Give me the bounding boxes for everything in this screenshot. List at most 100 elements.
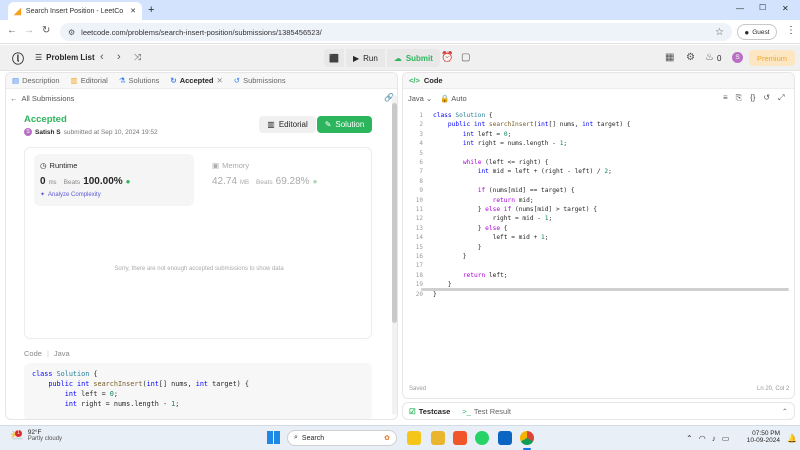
- submit-button[interactable]: ☁ Submit: [386, 49, 440, 67]
- tab-editorial[interactable]: ▥ Editorial: [71, 76, 108, 85]
- brave-browser-icon[interactable]: [453, 431, 467, 445]
- run-button[interactable]: ▶ Run: [345, 49, 385, 67]
- code-line: left = mid + 1;: [433, 234, 549, 242]
- code-header: Code | Java: [24, 349, 70, 358]
- badge-icon: ●: [312, 177, 318, 186]
- windows-taskbar: ⛅ 92°F Partly cloudy 1 ⌕ Search ✿ ⌃ ◠ ♪ …: [0, 425, 800, 450]
- tab-testcase[interactable]: ☑ Testcase: [409, 407, 450, 416]
- tab-test-result[interactable]: >_ Test Result: [462, 407, 511, 416]
- notifications-bell-icon[interactable]: 🔔: [787, 434, 797, 443]
- editorial-button[interactable]: ▥ Editorial: [259, 116, 316, 133]
- code-line: right = mid - 1;: [433, 215, 553, 223]
- weather-widget[interactable]: ⛅ 92°F Partly cloudy 1: [10, 429, 62, 442]
- description-icon: ▤: [12, 76, 20, 85]
- bug-icon: ⬛: [329, 53, 339, 63]
- whatsapp-icon[interactable]: [475, 431, 489, 445]
- tab-accepted-label: Accepted: [179, 76, 214, 85]
- close-window-button[interactable]: ✕: [782, 4, 789, 13]
- profile-button[interactable]: ● Guest: [737, 24, 777, 40]
- submission-panel: ▤ Description ▥ Editorial ⚗ Solutions ↻ Acce…: [5, 72, 398, 420]
- analyze-complexity-link[interactable]: ✦ Analyze Complexity: [40, 191, 101, 199]
- browser-tab-strip: ◢ Search Insert Position - LeetCo ✕ + — …: [0, 0, 800, 20]
- layout-icon[interactable]: ▦: [665, 52, 674, 63]
- editorial-book-icon: ▥: [267, 120, 275, 129]
- chrome-icon[interactable]: [520, 431, 534, 445]
- lock-icon: 🔒: [440, 94, 450, 103]
- tab-close-icon[interactable]: ✕: [130, 7, 136, 15]
- badge-icon: ●: [125, 177, 131, 186]
- mode-select[interactable]: 🔒 Auto: [440, 94, 466, 103]
- file-explorer-icon[interactable]: [407, 431, 421, 445]
- reload-icon[interactable]: ↻: [42, 25, 50, 36]
- bottom-tab-bar: ☑ Testcase >_ Test Result ⌃: [402, 402, 795, 420]
- shuffle-icon[interactable]: ⤨: [134, 52, 141, 63]
- browser-tab[interactable]: ◢ Search Insert Position - LeetCo ✕: [8, 2, 142, 20]
- tab-description[interactable]: ▤ Description: [12, 76, 60, 85]
- avatar[interactable]: S: [732, 52, 743, 63]
- tab-submissions[interactable]: ↺ Submissions: [234, 76, 286, 85]
- prev-problem-icon[interactable]: ‹: [100, 51, 104, 63]
- forward-arrow-icon[interactable]: →: [24, 25, 34, 36]
- code-line: }: [433, 290, 437, 298]
- all-submissions-label: All Submissions: [21, 94, 75, 103]
- speaker-icon[interactable]: ♪: [712, 434, 716, 443]
- next-problem-icon[interactable]: ›: [117, 51, 121, 63]
- leetcode-logo-icon[interactable]: ⓛ: [12, 50, 24, 67]
- editor-scrollbar-track[interactable]: [421, 288, 789, 291]
- tab-solutions[interactable]: ⚗ Solutions: [119, 76, 160, 85]
- left-scrollbar[interactable]: [392, 95, 397, 415]
- problem-list-button[interactable]: ☰ Problem List: [35, 53, 95, 62]
- line-number: 2: [419, 121, 423, 129]
- settings-gear-icon[interactable]: ⚙: [686, 52, 695, 63]
- language-select[interactable]: Java ⌄: [408, 94, 432, 103]
- code-class-name: Solution: [56, 370, 90, 378]
- wifi-icon[interactable]: ◠: [699, 434, 706, 443]
- browser-menu-icon[interactable]: ⋮: [786, 25, 796, 36]
- clock[interactable]: 07:50 PM 10-09-2024: [742, 430, 780, 444]
- chevron-up-icon[interactable]: ⌃: [686, 434, 693, 443]
- clock-time: 07:50 PM: [752, 430, 780, 437]
- user-name[interactable]: Satish S: [35, 129, 61, 136]
- debug-button[interactable]: ⬛: [324, 49, 344, 67]
- code-line: class Solution {: [32, 370, 98, 378]
- tab-accepted[interactable]: ↻ Accepted ✕: [170, 76, 222, 85]
- fullscreen-icon[interactable]: ⤢: [778, 93, 784, 103]
- expand-panel-icon[interactable]: ⌃: [782, 407, 788, 416]
- problem-list-label: Problem List: [46, 53, 95, 62]
- address-bar[interactable]: ⚙ leetcode.com/problems/search-insert-po…: [60, 23, 732, 41]
- linkedin-icon[interactable]: [498, 431, 512, 445]
- list-icon: ☰: [35, 53, 43, 62]
- all-submissions-link[interactable]: ← All Submissions: [10, 94, 74, 103]
- streak-fire-icon[interactable]: ♨: [705, 52, 714, 63]
- tab-close-icon[interactable]: ✕: [216, 76, 222, 85]
- code-area[interactable]: 1 class Solution {2 public int searchInse…: [403, 111, 794, 311]
- bookmark-star-icon[interactable]: ☆: [715, 27, 724, 38]
- reset-icon[interactable]: ↺: [763, 93, 770, 103]
- editor-toolbar: Java ⌄ 🔒 Auto: [408, 94, 467, 103]
- runtime-box[interactable]: ◷ Runtime 0 ms Beats 100.00% ● ✦ Analyze C…: [34, 154, 194, 206]
- solution-button[interactable]: ✎ Solution: [317, 116, 372, 133]
- taskbar-search[interactable]: ⌕ Search ✿: [287, 430, 397, 446]
- notes-icon[interactable]: ▢: [461, 52, 470, 63]
- run-label: Run: [363, 53, 378, 63]
- folder-icon[interactable]: [431, 431, 445, 445]
- new-tab-button[interactable]: +: [148, 4, 154, 16]
- site-info-icon[interactable]: ⚙: [68, 28, 75, 37]
- back-arrow-icon[interactable]: ←: [7, 25, 17, 36]
- submitted-code-block: class Solution { public int searchInsert…: [24, 363, 372, 419]
- minimize-button[interactable]: —: [736, 4, 744, 13]
- windows-start-icon[interactable]: [267, 431, 280, 444]
- bookmark-icon[interactable]: ⎘: [736, 93, 742, 103]
- timer-icon[interactable]: ⏰: [441, 52, 453, 63]
- premium-button[interactable]: Premium: [749, 50, 795, 66]
- code-line: int left = 0;: [462, 130, 512, 138]
- user-avatar: S: [24, 128, 32, 136]
- line-number: 12: [415, 215, 423, 223]
- maximize-button[interactable]: ☐: [759, 3, 766, 12]
- braces-icon[interactable]: {}: [750, 93, 755, 103]
- solution-button-label: Solution: [335, 120, 365, 129]
- memory-box[interactable]: ▣ Memory 42.74 MB Beats 69.28% ●: [209, 154, 369, 206]
- battery-icon[interactable]: ▭: [722, 434, 730, 443]
- tab-description-label: Description: [22, 76, 60, 85]
- format-icon[interactable]: ≡: [723, 93, 728, 103]
